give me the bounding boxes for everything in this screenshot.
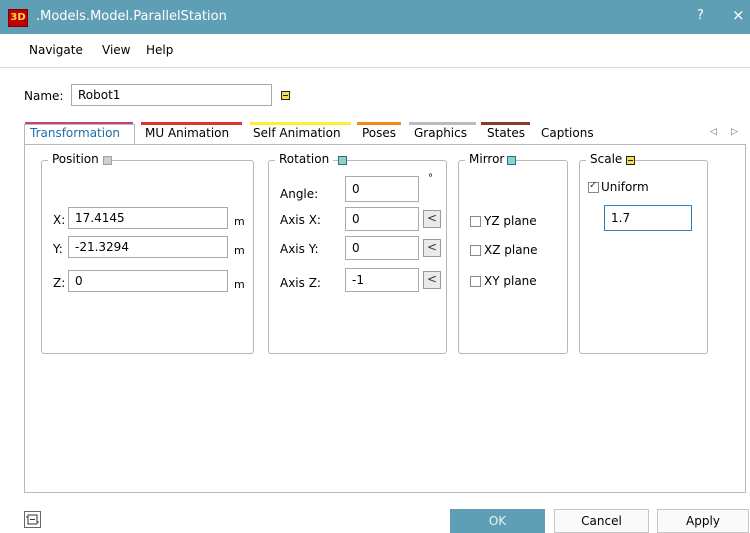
position-y-unit: m <box>234 244 245 257</box>
cancel-button[interactable]: Cancel <box>554 509 649 533</box>
rotation-angle-unit: ° <box>428 173 433 184</box>
app-3d-icon: 3D <box>8 9 28 27</box>
scale-inheritance-icon[interactable] <box>626 156 635 165</box>
expand-view-button[interactable] <box>24 511 41 528</box>
rotation-axis-y-pick-button[interactable]: < <box>423 239 441 257</box>
position-z-input[interactable] <box>68 270 228 292</box>
name-input[interactable] <box>71 84 272 106</box>
tab-color-graphics <box>409 122 476 125</box>
mirror-xz-checkbox[interactable] <box>470 245 481 256</box>
position-title: Position <box>52 152 99 166</box>
tab-captions[interactable]: Captions <box>541 126 594 140</box>
mirror-group: Mirror <box>458 152 568 354</box>
help-button[interactable]: ? <box>697 8 704 23</box>
position-z-label: Z: <box>53 276 66 290</box>
position-x-unit: m <box>234 215 245 228</box>
tab-graphics[interactable]: Graphics <box>414 126 467 140</box>
scale-legend: Scale <box>586 152 627 166</box>
mirror-title: Mirror <box>469 152 505 166</box>
rotation-legend: Rotation <box>275 152 334 166</box>
ok-button[interactable]: OK <box>450 509 545 533</box>
menu-help[interactable]: Help <box>146 43 173 57</box>
rotation-axis-x-label: Axis X: <box>280 213 321 227</box>
close-button[interactable]: × <box>732 6 745 24</box>
menu-navigate[interactable]: Navigate <box>29 43 83 57</box>
menu-view[interactable]: View <box>102 43 130 57</box>
mirror-xy-label: XY plane <box>484 274 537 288</box>
rotation-title: Rotation <box>279 152 330 166</box>
tab-states[interactable]: States <box>487 126 525 140</box>
tab-transformation[interactable]: Transformation <box>30 126 120 140</box>
mirror-xy-checkbox[interactable] <box>470 276 481 287</box>
rotation-angle-input[interactable] <box>345 176 419 202</box>
name-inheritance-icon[interactable] <box>281 91 290 100</box>
tab-scroll-left-icon[interactable]: ◁ <box>710 127 717 137</box>
rotation-axis-z-input[interactable] <box>345 268 419 292</box>
scale-title: Scale <box>590 152 623 166</box>
position-legend: Position <box>48 152 103 166</box>
position-y-input[interactable] <box>68 236 228 258</box>
name-label: Name: <box>24 89 64 103</box>
rotation-angle-label: Angle: <box>280 187 319 201</box>
mirror-xz-label: XZ plane <box>484 243 538 257</box>
rotation-axis-x-pick-button[interactable]: < <box>423 210 441 228</box>
rotation-axis-x-input[interactable] <box>345 207 419 231</box>
position-x-label: X: <box>53 213 66 227</box>
tab-mu-animation[interactable]: MU Animation <box>145 126 229 140</box>
position-y-label: Y: <box>53 242 63 256</box>
position-z-unit: m <box>234 278 245 291</box>
tab-color-self-animation <box>250 122 351 125</box>
mirror-yz-label: YZ plane <box>484 214 537 228</box>
mirror-legend: Mirror <box>465 152 509 166</box>
tab-poses[interactable]: Poses <box>362 126 396 140</box>
scale-uniform-checkbox[interactable] <box>588 180 599 193</box>
menu-separator <box>0 67 750 68</box>
rotation-axis-z-pick-button[interactable]: < <box>423 271 441 289</box>
rotation-inheritance-icon[interactable] <box>338 156 347 165</box>
window-title: .Models.Model.ParallelStation <box>36 9 227 24</box>
mirror-inheritance-icon[interactable] <box>507 156 516 165</box>
scale-uniform-label: Uniform <box>601 180 649 194</box>
position-x-input[interactable] <box>68 207 228 229</box>
expand-icon <box>26 514 39 525</box>
tab-color-states <box>481 122 530 125</box>
rotation-axis-z-label: Axis Z: <box>280 276 321 290</box>
position-inheritance-icon[interactable] <box>103 156 112 165</box>
rotation-axis-y-input[interactable] <box>345 236 419 260</box>
apply-button[interactable]: Apply <box>657 509 749 533</box>
mirror-yz-checkbox[interactable] <box>470 216 481 227</box>
tab-scroll-right-icon[interactable]: ▷ <box>731 127 738 137</box>
scale-value-input[interactable] <box>604 205 692 231</box>
tab-color-mu-animation <box>141 122 242 125</box>
tab-color-poses <box>357 122 401 125</box>
rotation-axis-y-label: Axis Y: <box>280 242 319 256</box>
tab-self-animation[interactable]: Self Animation <box>253 126 341 140</box>
